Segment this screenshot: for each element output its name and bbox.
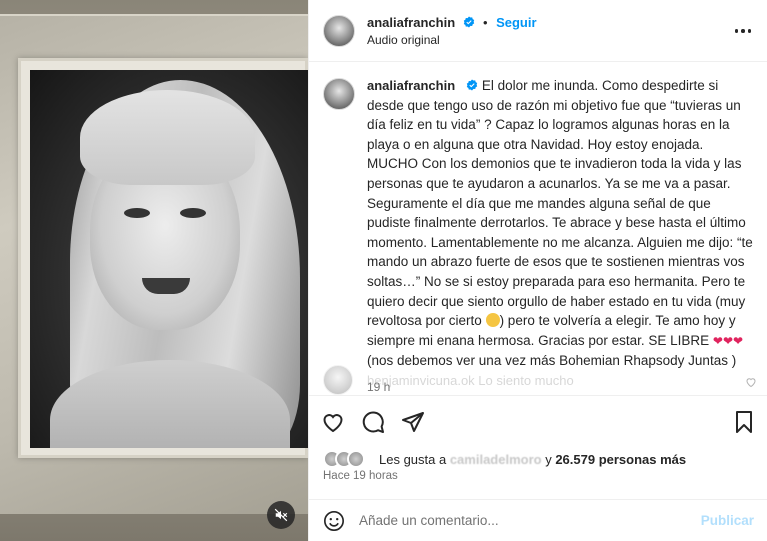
heart-icon[interactable] [321, 410, 345, 434]
more-options-icon[interactable] [732, 22, 754, 40]
bookmark-icon[interactable] [732, 410, 756, 434]
post-side-panel: analiafranchin • Seguir Audio original a… [308, 0, 767, 541]
emoji-icon[interactable] [323, 510, 345, 532]
caption-username[interactable]: analiafranchin [367, 78, 455, 93]
header-username[interactable]: analiafranchin [367, 15, 455, 30]
photo-bangs [80, 90, 255, 185]
likes-prefix: Les gusta a [379, 451, 450, 467]
caption-body-1: El dolor me inunda. Como despedirte si d… [367, 78, 753, 329]
likes-count[interactable]: 26.579 personas más [555, 452, 686, 467]
comment-input[interactable] [359, 513, 701, 528]
caption-body-3: (nos debemos ver una vez más Bohemian Rh… [367, 353, 737, 369]
comment-icon[interactable] [361, 410, 385, 434]
comment-avatar [323, 365, 353, 395]
avatar[interactable] [323, 14, 355, 47]
grimace-emoji-icon [485, 313, 500, 328]
red-hearts-icon: ❤❤❤ [712, 333, 744, 348]
mute-icon [274, 508, 288, 522]
follow-button[interactable]: Seguir [496, 15, 536, 30]
mute-button[interactable] [267, 501, 295, 529]
caption-section: analiafranchin El dolor me inunda. Como … [323, 76, 753, 394]
comment-bar: Publicar [309, 499, 767, 541]
posted-time[interactable]: Hace 19 horas [323, 470, 398, 482]
girl-photo [30, 70, 308, 448]
likes-text: Les gusta a camiladelmoro y 26.579 perso… [379, 452, 686, 467]
post-header: analiafranchin • Seguir Audio original [309, 0, 767, 62]
photo-eye-right [180, 208, 206, 218]
comment-text: benjaminvicuna.ok Lo siento mucho [367, 372, 574, 388]
audio-label[interactable]: Audio original [367, 33, 537, 48]
post-media[interactable] [0, 0, 308, 541]
comment-preview[interactable]: benjaminvicuna.ok Lo siento mucho [323, 365, 763, 395]
publish-button[interactable]: Publicar [701, 513, 754, 528]
caption-avatar[interactable] [323, 78, 355, 110]
liker-avatar [347, 450, 365, 468]
action-bar [309, 395, 767, 447]
separator-dot: • [483, 15, 488, 30]
comment-heart-icon[interactable] [745, 376, 757, 388]
verified-badge-icon [463, 16, 474, 28]
verified-badge-icon [466, 79, 478, 91]
caption-text: analiafranchin El dolor me inunda. Como … [367, 76, 753, 371]
likes-row: Les gusta a camiladelmoro y 26.579 perso… [323, 449, 686, 469]
share-icon[interactable] [401, 410, 425, 434]
photo-eye-left [124, 208, 150, 218]
instagram-post: analiafranchin • Seguir Audio original a… [0, 0, 767, 541]
header-text: analiafranchin • Seguir Audio original [367, 13, 537, 48]
liker-name[interactable]: camiladelmoro [450, 452, 542, 467]
likes-middle: y [541, 451, 556, 467]
